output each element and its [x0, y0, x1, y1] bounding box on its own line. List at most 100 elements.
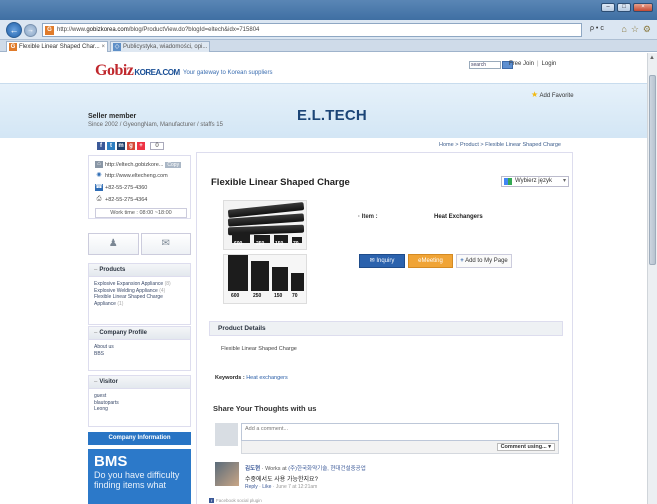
account-links: Free Join | Login: [509, 61, 557, 67]
logo-main: Gobiz: [95, 62, 134, 79]
forward-button[interactable]: →: [24, 24, 37, 37]
twitter-icon[interactable]: t: [107, 142, 115, 150]
mail-button[interactable]: ✉: [140, 233, 191, 255]
comments-header: Share Your Thoughts with us: [213, 404, 317, 413]
products-header[interactable]: – Products: [89, 264, 190, 277]
contact-box: ⌂ http://eltech.gobizkore... Copy ◉ http://…: [88, 155, 191, 219]
image-label: 150: [275, 241, 284, 247]
product-link[interactable]: Flexible Linear Shaped Charge Appliance …: [94, 294, 185, 307]
product-title: Flexible Linear Shaped Charge: [211, 177, 350, 188]
arrow-right-icon: →: [27, 27, 34, 34]
scroll-up-arrow-icon[interactable]: ▲: [649, 55, 655, 61]
language-select-label: Wybierz język: [515, 178, 552, 184]
back-button[interactable]: ←: [6, 22, 22, 38]
scrollbar-thumb[interactable]: [649, 75, 656, 265]
company-profile-list: About us BBS: [89, 340, 190, 361]
person-button[interactable]: ♟: [88, 233, 139, 255]
site-search-input[interactable]: search: [469, 61, 501, 69]
fax-icon: ⎙: [96, 196, 102, 202]
tab-flexible-linear[interactable]: G Flexible Linear Shaped Char... ×: [6, 41, 108, 52]
work-time-select[interactable]: Work time : 08:00 ~18:00: [95, 208, 187, 218]
products-list: Explosive Expansion Appliance (8) Explos…: [89, 277, 190, 311]
reply-link[interactable]: Reply: [245, 484, 258, 490]
visitor-section: – Visitor guest blautoparts Leong: [88, 375, 191, 427]
item-value: Heat Exchangers: [434, 214, 483, 220]
chevron-down-icon: ▾: [548, 444, 551, 450]
address-input[interactable]: G http://www.gobizkorea.com/blog/Product…: [42, 23, 582, 37]
add-to-my-page-button[interactable]: + Add to My Page: [456, 254, 512, 268]
copy-button[interactable]: Copy: [165, 161, 182, 168]
homepage-row[interactable]: ⌂ http://eltech.gobizkore... Copy: [95, 161, 182, 168]
contact-buttons: ♟ ✉: [88, 233, 191, 255]
visitor-header[interactable]: – Visitor: [89, 376, 190, 389]
share-plus-icon[interactable]: +: [137, 142, 145, 150]
close-window-button[interactable]: ×: [633, 3, 653, 12]
website-row[interactable]: ◉ http://www.eltecheng.com: [95, 172, 167, 179]
language-select[interactable]: Wybierz język ▾: [501, 176, 569, 187]
myspace-icon[interactable]: m: [117, 142, 125, 150]
google-translate-icon: [504, 178, 512, 185]
breadcrumb[interactable]: Home > Product > Flexible Linear Shaped …: [439, 142, 561, 148]
image-label: 150: [274, 293, 283, 299]
inquiry-button[interactable]: ✉ Inquiry: [359, 254, 405, 268]
gobiz-favicon-icon: G: [9, 43, 17, 51]
tab-close-button[interactable]: ×: [101, 42, 105, 52]
add-favorite-link[interactable]: ★ Add Favorite: [531, 90, 574, 99]
social-share-bar: f t m g + 0: [97, 142, 164, 150]
minimize-button[interactable]: –: [601, 3, 615, 12]
gear-icon[interactable]: ⚙: [643, 24, 651, 35]
image-label: 600: [231, 293, 240, 299]
products-title: Products: [99, 267, 126, 273]
site-favicon-icon: G: [45, 26, 54, 35]
comment-workplace-link[interactable]: (주)한국화약기술, 현대건설중공업: [288, 466, 366, 472]
keyword-link[interactable]: Heat exchangers: [246, 375, 288, 381]
comment-meta: · Works at: [261, 466, 289, 472]
url-path: /blog/ProductView.do?blogId=eltech&idx=7…: [128, 27, 260, 33]
window-titlebar: – □ ×: [0, 0, 657, 20]
product-image-2[interactable]: 600 250 150 70: [223, 254, 307, 304]
vertical-scrollbar[interactable]: ▲: [647, 53, 657, 504]
logo-rest: KOREA.COM: [134, 68, 180, 77]
favorites-star-icon[interactable]: ☆: [631, 24, 639, 35]
company-banner: ★ Add Favorite Seller member Since 2002 …: [0, 83, 657, 138]
site-tagline: Your gateway to Korean suppliers: [183, 70, 273, 76]
gobiz-logo[interactable]: GobizKOREA.COM: [95, 62, 180, 80]
comment-using-select[interactable]: Comment using... ▾: [496, 443, 555, 451]
phone-number: +82-55-275-4360: [105, 184, 148, 191]
seller-label: Seller member: [88, 113, 137, 120]
avatar[interactable]: [215, 462, 239, 486]
comment-toolbar: Comment using... ▾: [241, 441, 559, 454]
company-profile-header[interactable]: – Company Profile: [89, 327, 190, 340]
home-icon[interactable]: ⌂: [621, 24, 626, 35]
login-link[interactable]: Login: [542, 61, 557, 67]
image-label: 250: [256, 241, 265, 247]
bbs-link[interactable]: BBS: [94, 351, 185, 358]
plus-icon: +: [460, 258, 464, 264]
avatar: [215, 423, 238, 446]
url-host: gobizkorea.com: [86, 27, 129, 33]
image-label: 70: [293, 241, 299, 247]
tab-publicystyka[interactable]: ◇ Publicystyka, wiadomości, opi...: [110, 41, 210, 52]
visitor-name: Leong: [94, 406, 108, 412]
seller-info: Since 2002 / GyeongNam, Manufacturer / s…: [88, 122, 223, 128]
address-tools[interactable]: ρ • c: [590, 25, 604, 32]
like-link[interactable]: Like: [262, 484, 271, 490]
comment-author[interactable]: 김도현: [245, 466, 260, 472]
phone-icon: ☎: [95, 184, 103, 191]
person-icon: ♟: [108, 238, 118, 249]
google-plus-icon[interactable]: g: [127, 142, 135, 150]
company-information-button[interactable]: Company Information: [88, 432, 191, 445]
free-join-link[interactable]: Free Join: [509, 61, 534, 67]
visitor-title: Visitor: [99, 379, 118, 385]
item-label: · Item :: [358, 214, 378, 220]
product-image-1[interactable]: 600 250 150 70: [223, 200, 307, 250]
facebook-icon[interactable]: f: [97, 142, 105, 150]
arrow-left-icon: ←: [9, 25, 19, 35]
product-panel: Flexible Linear Shaped Charge Wybierz ję…: [196, 152, 573, 504]
browser-toolbar-icons: ⌂ ☆ ⚙: [621, 24, 651, 35]
comment-input[interactable]: Add a comment...: [241, 423, 559, 441]
bms-banner[interactable]: BMS Do you have difficulty finding items…: [88, 449, 191, 504]
fax-number: +82-55-275-4364: [105, 196, 148, 203]
maximize-button[interactable]: □: [617, 3, 631, 12]
emeeting-button[interactable]: eMeeting: [408, 254, 453, 268]
